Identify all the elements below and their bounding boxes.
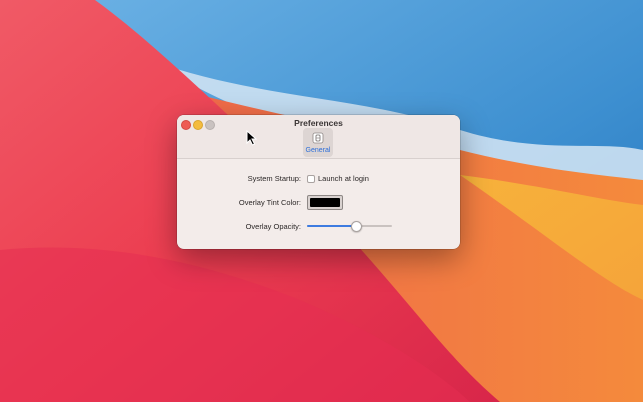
launch-at-login-label[interactable]: Launch at login [318, 174, 369, 183]
tab-general[interactable]: General [303, 128, 333, 157]
color-swatch [310, 198, 340, 207]
overlay-tint-color-well[interactable] [307, 195, 343, 210]
overlay-tint-color-label: Overlay Tint Color: [238, 198, 301, 207]
slider-thumb[interactable] [350, 221, 362, 232]
switch-icon [312, 132, 324, 144]
tab-label: General [305, 147, 331, 154]
slider-fill [307, 225, 356, 227]
title-bar: Preferences General [177, 115, 460, 159]
window-title: Preferences [294, 118, 343, 128]
launch-at-login-checkbox[interactable] [307, 175, 315, 183]
preferences-window: Preferences General System Startup: Laun… [177, 115, 460, 249]
overlay-opacity-slider[interactable] [307, 220, 392, 232]
overlay-opacity-label: Overlay Opacity: [245, 222, 301, 231]
mouse-pointer-icon [246, 130, 258, 146]
system-startup-label: System Startup: [247, 174, 301, 183]
